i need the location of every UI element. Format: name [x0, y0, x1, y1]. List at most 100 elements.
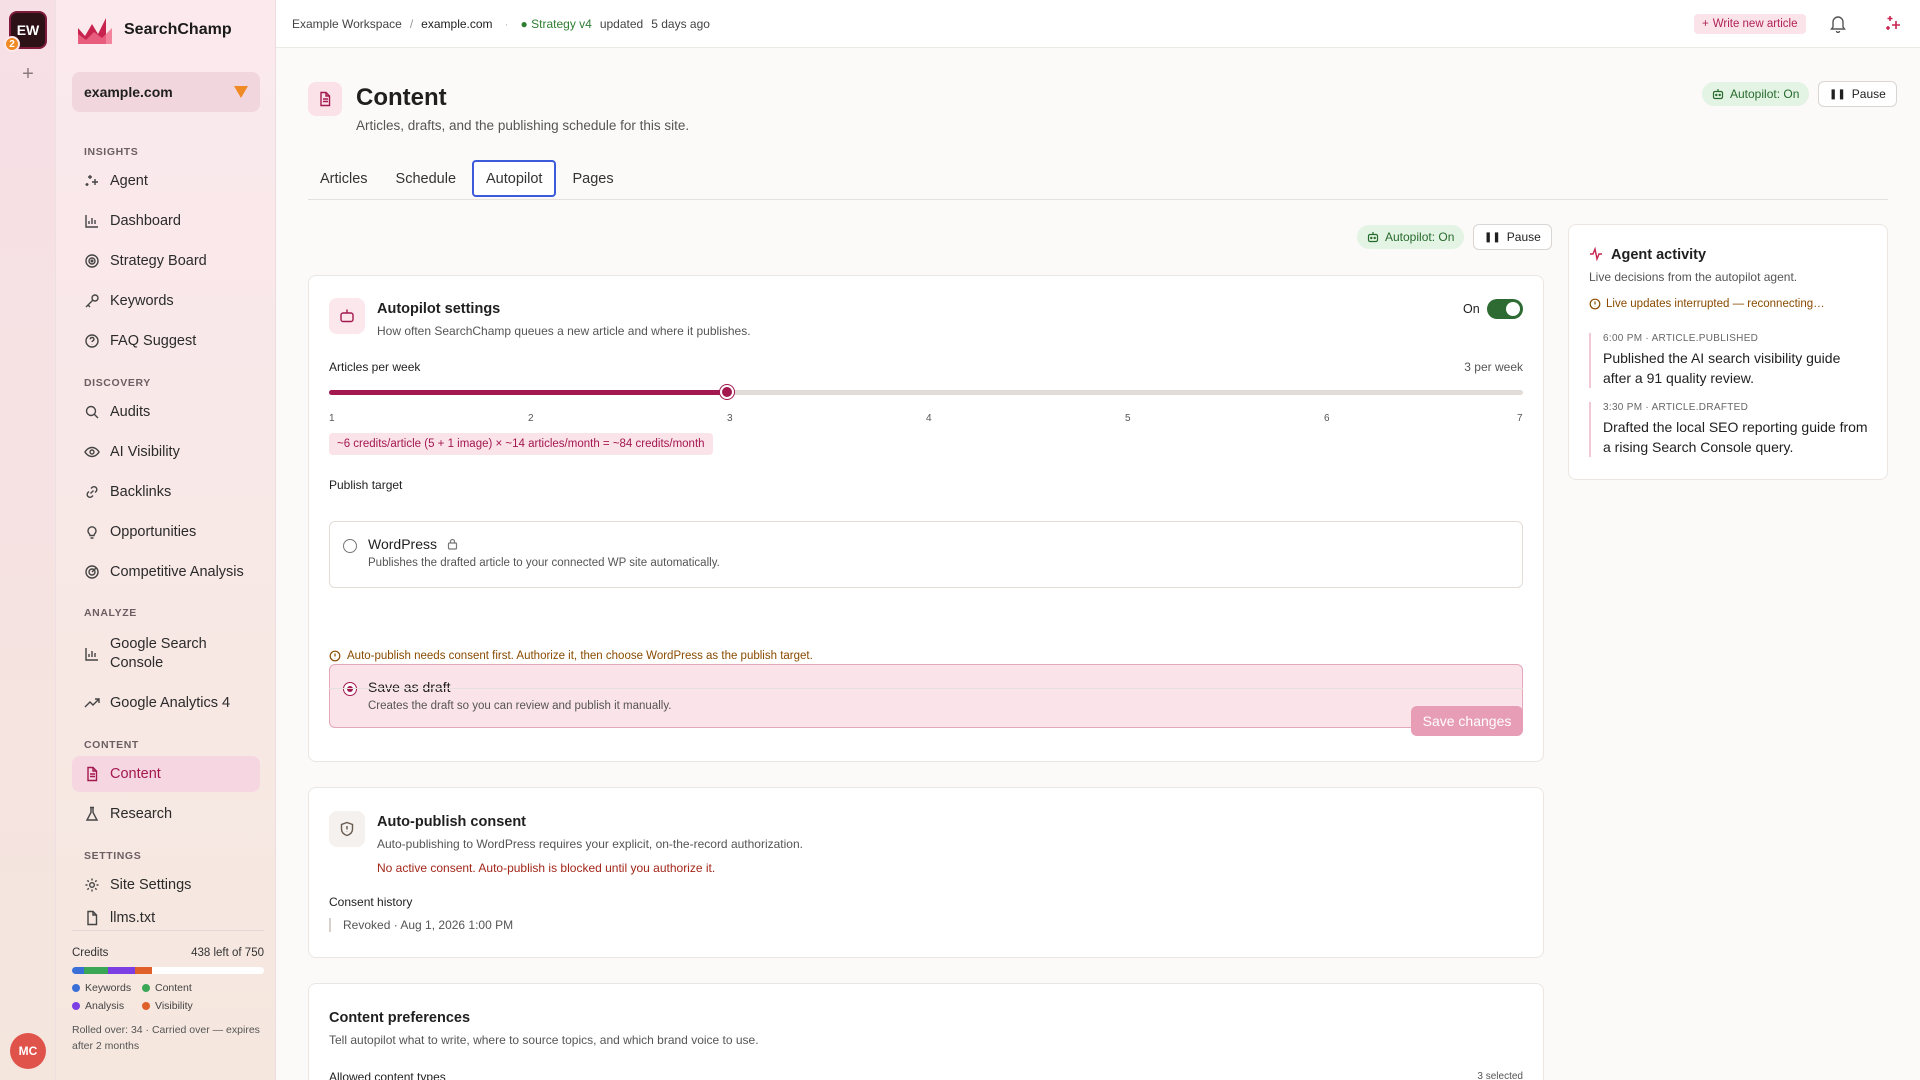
- slider-tick-label: 5: [1125, 413, 1131, 424]
- pause-icon: ❚❚: [1829, 88, 1846, 100]
- articles-per-week-slider[interactable]: [329, 390, 1523, 395]
- brand-name: SearchChamp: [124, 21, 232, 38]
- brand[interactable]: SearchChamp: [76, 14, 232, 46]
- autopilot-status-badge: Autopilot: On: [1702, 82, 1810, 106]
- credits-legend: Keywords Content Analysis Visibility: [72, 982, 264, 1012]
- user-avatar[interactable]: MC: [10, 1033, 46, 1069]
- updated-label: updated: [599, 16, 644, 31]
- credits-segment-keywords: [72, 967, 84, 974]
- consent-history-label: Consent history: [329, 895, 413, 909]
- option-description: Publishes the drafted article to your co…: [368, 557, 720, 569]
- allowed-content-types-label: Allowed content types: [329, 1070, 446, 1080]
- strategy-version-badge[interactable]: ● Strategy v4: [521, 17, 592, 31]
- credit-estimate-note: ~6 credits/article (5 + 1 image) × ~14 a…: [329, 433, 713, 455]
- autopilot-toggle[interactable]: [1487, 299, 1523, 319]
- sidebar-item-backlinks[interactable]: Backlinks: [72, 474, 260, 510]
- slider-tick-label: 4: [926, 413, 932, 424]
- consent-title: Auto-publish consent: [377, 814, 527, 830]
- consent-warning: Auto-publish needs consent first. Author…: [329, 650, 813, 662]
- sidebar-item-audits[interactable]: Audits: [72, 394, 260, 430]
- slider-tick-label: 6: [1324, 413, 1330, 424]
- slider-label: Articles per week: [329, 360, 421, 374]
- tab-schedule[interactable]: Schedule: [384, 160, 468, 198]
- consent-description: Auto-publishing to WordPress requires yo…: [377, 837, 803, 851]
- publish-option-wordpress[interactable]: WordPress Publishes the drafted article …: [329, 521, 1523, 588]
- save-changes-button[interactable]: Save changes: [1411, 706, 1523, 736]
- breadcrumb-site[interactable]: example.com: [421, 17, 492, 31]
- pause-button[interactable]: ❚❚ Pause: [1818, 81, 1897, 107]
- tab-articles[interactable]: Articles: [308, 160, 380, 198]
- credits-panel: Credits 438 left of 750 Keywords Content…: [72, 930, 264, 1054]
- sidebar-item-ai-visibility[interactable]: AI Visibility: [72, 434, 260, 470]
- section-label-content: CONTENT: [84, 739, 139, 751]
- sidebar-item-strategy-board[interactable]: Strategy Board: [72, 243, 260, 279]
- tab-pages[interactable]: Pages: [560, 160, 625, 198]
- sidebar-item-google-analytics-4[interactable]: Google Analytics 4: [72, 685, 260, 721]
- sidebar-item-competitive-analysis[interactable]: Competitive Analysis: [72, 554, 260, 590]
- credits-label: Credits: [72, 947, 109, 959]
- activity-status-text: Live updates interrupted — reconnecting…: [1606, 298, 1825, 310]
- agent-sparkle-icon[interactable]: [1884, 14, 1902, 32]
- sidebar-item-dashboard[interactable]: Dashboard: [72, 203, 260, 239]
- slider-value-text: 3 per week: [1464, 360, 1523, 374]
- pause-button-inline[interactable]: ❚❚ Pause: [1473, 224, 1552, 250]
- sidebar-item-content[interactable]: Content: [72, 756, 260, 792]
- document-icon: [320, 91, 331, 107]
- trending-up-icon: [84, 698, 100, 708]
- activity-time: 3:30 PM · ARTICLE.DRAFTED: [1603, 402, 1749, 413]
- sidebar-item-opportunities[interactable]: Opportunities: [72, 514, 260, 550]
- flask-icon: [85, 806, 99, 821]
- sidebar-item-label: Opportunities: [110, 524, 197, 540]
- dot-separator: ·: [504, 16, 509, 31]
- publish-option-save-as-draft[interactable]: Save as draft Creates the draft so you c…: [329, 664, 1523, 728]
- sidebar-item-llms-txt[interactable]: llms.txt: [72, 906, 260, 930]
- selected-count: 3 selected: [1477, 1071, 1523, 1080]
- lock-icon: [447, 538, 457, 550]
- slider-tick-label: 3: [727, 413, 733, 424]
- slider-tick-label: 1: [329, 413, 335, 424]
- activity-title: Agent activity: [1611, 247, 1707, 263]
- content-preferences-card: [308, 983, 1544, 1080]
- credits-segment-visibility: [135, 967, 152, 974]
- radio-save-as-draft[interactable]: [343, 682, 357, 696]
- activity-subtitle: Live decisions from the autopilot agent.: [1589, 270, 1798, 284]
- page-icon: [308, 82, 342, 116]
- sidebar-item-research[interactable]: Research: [72, 796, 260, 832]
- robot-icon: [1367, 232, 1379, 243]
- document-icon: [87, 910, 98, 926]
- robot-icon: [340, 309, 354, 323]
- search-icon: [85, 405, 99, 419]
- sidebar-item-site-settings[interactable]: Site Settings: [72, 867, 260, 903]
- autopilot-status-text: Autopilot: On: [1385, 230, 1455, 244]
- site-selector[interactable]: example.com: [72, 72, 260, 112]
- tab-autopilot[interactable]: Autopilot: [472, 160, 557, 197]
- write-new-article-button[interactable]: + Write new article: [1694, 14, 1806, 34]
- sidebar-item-faq-suggest[interactable]: FAQ Suggest: [72, 323, 260, 359]
- sidebar-item-keywords[interactable]: Keywords: [72, 283, 260, 319]
- slider-thumb[interactable]: [720, 385, 734, 399]
- key-icon: [85, 294, 99, 308]
- credits-segment-analysis: [107, 967, 136, 974]
- page-title: Content: [356, 84, 447, 111]
- section-label-analyze: ANALYZE: [84, 607, 137, 619]
- top-bar: Example Workspace / example.com · ● Stra…: [276, 0, 1920, 48]
- slider-fill: [329, 390, 727, 395]
- consent-warning-text: Auto-publish needs consent first. Author…: [347, 650, 813, 662]
- bell-icon[interactable]: [1830, 15, 1846, 33]
- breadcrumb-workspace[interactable]: Example Workspace: [292, 17, 402, 31]
- add-workspace-button[interactable]: +: [17, 63, 39, 85]
- sidebar-item-label: Keywords: [110, 293, 174, 309]
- site-selector-value: example.com: [84, 84, 173, 100]
- radio-wordpress[interactable]: [343, 539, 357, 553]
- sidebar-item-google-search-console[interactable]: Google Search Console: [72, 632, 260, 676]
- sidebar-item-agent[interactable]: Agent: [72, 163, 260, 199]
- sidebar-item-label: Agent: [110, 173, 148, 189]
- sidebar-item-label: Content: [110, 766, 161, 782]
- notification-count-badge: 2: [4, 36, 20, 52]
- searchchamp-logo-icon: [78, 18, 112, 44]
- legend-item-keywords: Keywords: [72, 982, 142, 994]
- sidebar-item-label: Google Search Console: [110, 636, 207, 671]
- sidebar-item-label: Google Analytics 4: [110, 695, 231, 711]
- preferences-description: Tell autopilot what to write, where to s…: [329, 1033, 759, 1047]
- divider: [329, 688, 1523, 689]
